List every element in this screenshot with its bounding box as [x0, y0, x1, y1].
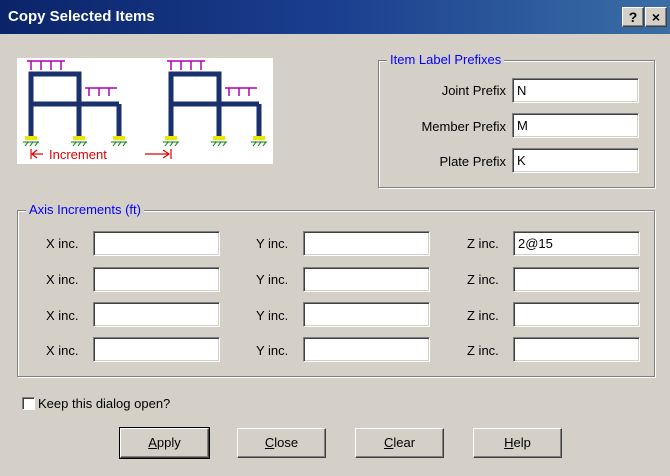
- help-dialog-button[interactable]: Help: [473, 428, 562, 458]
- z-inc-field[interactable]: [513, 337, 640, 362]
- z-inc-label: Z inc.: [467, 236, 499, 251]
- plate-prefix-field[interactable]: [512, 148, 639, 173]
- y-inc-label: Y inc.: [256, 236, 289, 251]
- y-inc-label: Y inc.: [256, 343, 289, 358]
- z-inc-field[interactable]: [513, 231, 640, 256]
- copy-diagram: Increment: [17, 58, 273, 164]
- y-inc-field[interactable]: [303, 302, 430, 327]
- x-inc-field[interactable]: [93, 302, 220, 327]
- x-inc-field[interactable]: [93, 337, 220, 362]
- z-inc-label: Z inc.: [467, 308, 499, 323]
- x-inc-field[interactable]: [93, 231, 220, 256]
- y-inc-label: Y inc.: [256, 308, 289, 323]
- title-bar: Copy Selected Items ? ×: [0, 0, 670, 34]
- member-prefix-field[interactable]: [512, 113, 639, 138]
- keep-open-checkbox[interactable]: [22, 397, 35, 410]
- x-inc-label: X inc.: [46, 236, 79, 251]
- x-inc-label: X inc.: [46, 272, 79, 287]
- apply-button[interactable]: Apply: [119, 427, 210, 459]
- close-button[interactable]: Close: [237, 428, 326, 458]
- plate-prefix-label: Plate Prefix: [439, 154, 506, 169]
- z-inc-label: Z inc.: [467, 343, 499, 358]
- prefixes-legend: Item Label Prefixes: [387, 52, 505, 67]
- joint-prefix-field[interactable]: [512, 78, 639, 103]
- y-inc-field[interactable]: [303, 337, 430, 362]
- z-inc-field[interactable]: [513, 302, 640, 327]
- increment-caption: Increment: [47, 147, 109, 162]
- window-title: Copy Selected Items: [8, 8, 155, 25]
- y-inc-field[interactable]: [303, 267, 430, 292]
- x-inc-field[interactable]: [93, 267, 220, 292]
- close-window-button[interactable]: ×: [645, 7, 667, 27]
- z-inc-label: Z inc.: [467, 272, 499, 287]
- x-inc-label: X inc.: [46, 308, 79, 323]
- clear-button[interactable]: Clear: [355, 428, 444, 458]
- z-inc-field[interactable]: [513, 267, 640, 292]
- member-prefix-label: Member Prefix: [421, 119, 506, 134]
- x-inc-label: X inc.: [46, 343, 79, 358]
- y-inc-field[interactable]: [303, 231, 430, 256]
- y-inc-label: Y inc.: [256, 272, 289, 287]
- axis-increments-legend: Axis Increments (ft): [26, 202, 144, 217]
- joint-prefix-label: Joint Prefix: [441, 83, 506, 98]
- keep-open-label[interactable]: Keep this dialog open?: [38, 396, 170, 411]
- help-button[interactable]: ?: [622, 7, 644, 27]
